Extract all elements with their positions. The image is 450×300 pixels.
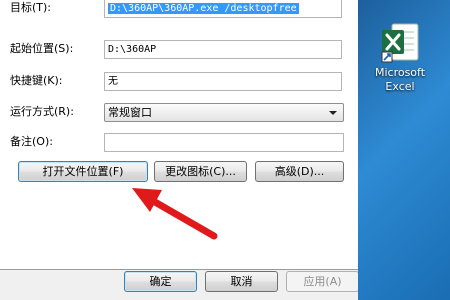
desktop-icon-excel[interactable]	[368, 20, 432, 67]
desktop-icon-label: Microsoft Excel	[368, 66, 432, 94]
icon-label-line2: Excel	[385, 80, 415, 93]
icon-label-line1: Microsoft	[374, 66, 426, 79]
excel-icon	[381, 23, 419, 63]
